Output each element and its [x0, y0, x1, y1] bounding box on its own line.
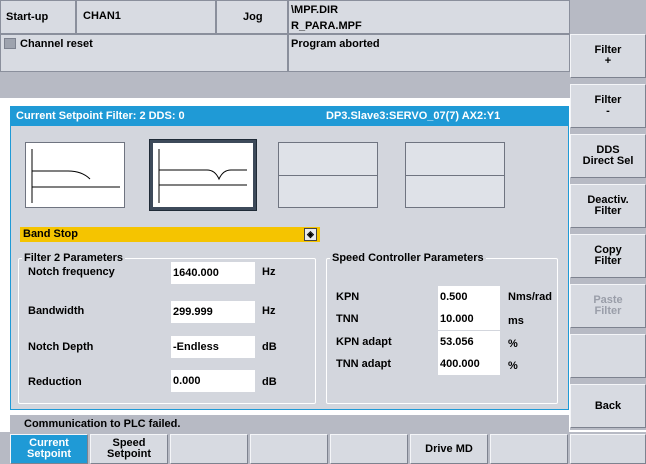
tnn-adapt-label: TNN adapt	[336, 358, 391, 370]
channel-status-text: Channel reset	[20, 38, 93, 50]
softkey-filter-plus[interactable]: Filter +	[570, 34, 646, 78]
channel-name: CHAN1	[83, 10, 121, 22]
tnn-adapt-unit: %	[508, 360, 518, 372]
softkey-current-setpoint[interactable]: Current Setpoint	[10, 434, 88, 464]
program-status-text: Program aborted	[291, 38, 380, 50]
thumbnail-divider	[406, 175, 504, 176]
drive-axis-title: DP3.Slave3:SERVO_07(7) AX2:Y1	[326, 110, 501, 122]
filter-thumbnail-empty-3[interactable]	[278, 142, 378, 208]
kpn-label: KPN	[336, 291, 360, 303]
filter-thumbnail-bandstop[interactable]	[149, 139, 257, 211]
notch-depth-field[interactable]: -Endless	[171, 336, 255, 358]
reduction-unit: dB	[262, 376, 277, 388]
channel-status-icon	[4, 38, 16, 49]
softkey-dds-direct-select[interactable]: DDS Direct Sel	[570, 134, 646, 178]
program-directory: \MPF.DIR	[291, 4, 339, 16]
notch-depth-unit: dB	[262, 341, 277, 353]
softkey-bottom-7[interactable]	[490, 434, 568, 464]
softkey-paste-filter[interactable]: Paste Filter	[570, 284, 646, 328]
status-message: Communication to PLC failed.	[10, 415, 569, 432]
softkey-bottom-8[interactable]	[570, 434, 646, 464]
bandstop-curve-icon	[158, 149, 247, 203]
filter-thumbnail-empty-4[interactable]	[405, 142, 505, 208]
bandwidth-label: Bandwidth	[28, 305, 85, 317]
kpn-unit: Nms/rad	[508, 291, 553, 303]
kpn-adapt-field[interactable]: 53.056	[438, 331, 500, 353]
kpn-field[interactable]: 0.500	[438, 286, 500, 308]
softkey-filter-minus[interactable]: Filter -	[570, 84, 646, 128]
filter-type-value: Band Stop	[23, 228, 78, 240]
softkey-copy-filter[interactable]: Copy Filter	[570, 234, 646, 278]
softkey-empty-7[interactable]	[570, 334, 646, 378]
notch-frequency-field[interactable]: 1640.000	[171, 262, 255, 284]
notch-frequency-unit: Hz	[262, 266, 276, 278]
softkey-bottom-3[interactable]	[170, 434, 248, 464]
speed-controller-title: Speed Controller Parameters	[330, 252, 486, 264]
program-name: R_PARA.MPF	[291, 20, 362, 32]
tnn-label: TNN	[336, 313, 359, 325]
filter-parameters-title: Filter 2 Parameters	[22, 252, 126, 264]
operating-area-label: Start-up	[6, 11, 49, 23]
softkey-speed-setpoint[interactable]: Speed Setpoint	[90, 434, 168, 464]
dropdown-toggle-icon[interactable]: ◈	[304, 228, 317, 241]
tnn-adapt-field[interactable]: 400.000	[438, 353, 500, 375]
message-band-2	[0, 88, 570, 98]
tnn-unit: ms	[508, 315, 524, 327]
mode-label: Jog	[243, 11, 263, 23]
softkey-deactivate-filter[interactable]: Deactiv. Filter	[570, 184, 646, 228]
thumbnail-divider	[279, 175, 377, 176]
reduction-label: Reduction	[28, 376, 82, 388]
lowpass-curve-icon	[31, 149, 120, 203]
softkey-bottom-4[interactable]	[250, 434, 328, 464]
notch-depth-label: Notch Depth	[28, 341, 94, 353]
kpn-adapt-label: KPN adapt	[336, 336, 392, 348]
bandwidth-unit: Hz	[262, 305, 276, 317]
filter-thumbnail-lowpass[interactable]	[25, 142, 125, 208]
message-band	[0, 72, 570, 88]
tnn-field[interactable]: 10.000	[438, 308, 500, 330]
softkey-drive-md[interactable]: Drive MD	[410, 434, 488, 464]
reduction-field[interactable]: 0.000	[171, 370, 255, 392]
notch-frequency-label: Notch frequency	[28, 266, 115, 278]
softkey-back[interactable]: Back	[570, 384, 646, 428]
current-filter-title: Current Setpoint Filter: 2 DDS: 0	[16, 110, 185, 122]
bandwidth-field[interactable]: 299.999	[171, 301, 255, 323]
softkey-bottom-5[interactable]	[330, 434, 408, 464]
kpn-adapt-unit: %	[508, 338, 518, 350]
